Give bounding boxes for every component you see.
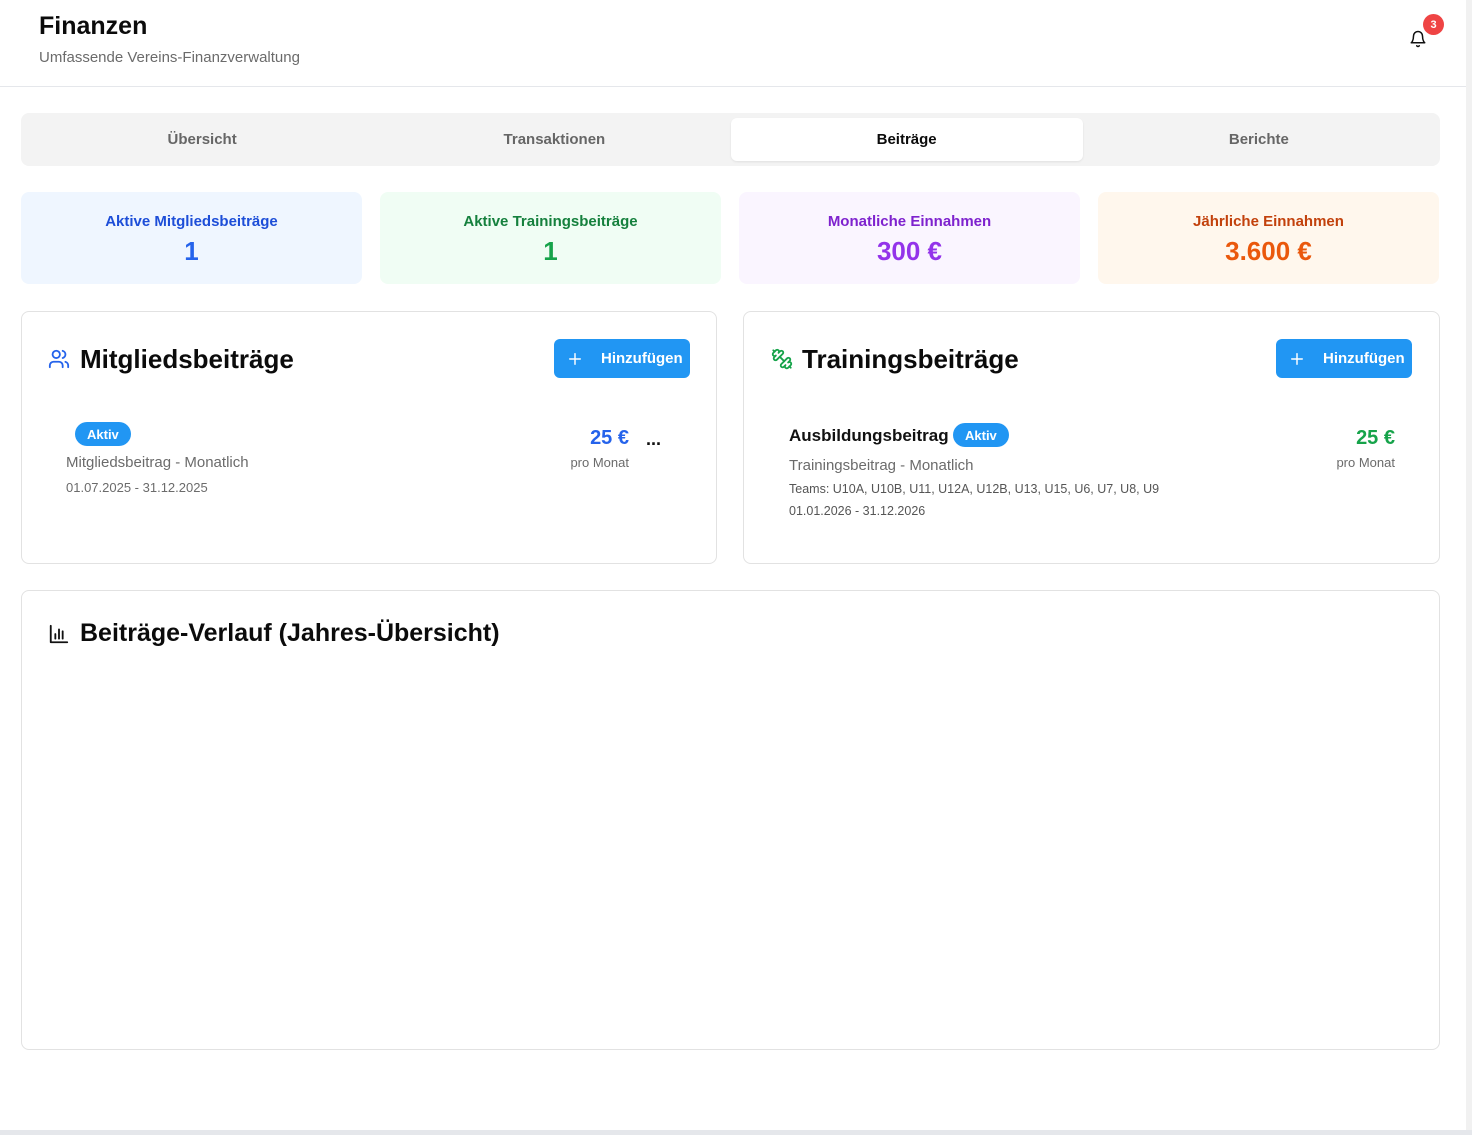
stat-card-monthly-income: Monatliche Einnahmen 300 €: [739, 192, 1080, 284]
add-training-fee-button[interactable]: Hinzufügen: [1276, 339, 1412, 378]
stat-label: Monatliche Einnahmen: [827, 213, 992, 230]
tab-beitraege[interactable]: Beiträge: [730, 118, 1083, 161]
fee-name: Ausbildungsbeitrag: [789, 426, 949, 445]
add-membership-fee-button[interactable]: Hinzufügen: [554, 339, 690, 378]
tab-uebersicht[interactable]: Übersicht: [26, 118, 378, 161]
plus-icon: [569, 352, 581, 365]
plus-icon: [1291, 352, 1303, 365]
status-badge: Aktiv: [953, 423, 1009, 447]
page-header: Finanzen Umfassende Vereins-Finanzverwal…: [0, 0, 1466, 87]
training-card-title: Trainingsbeiträge: [802, 344, 1019, 374]
membership-card-title: Mitgliedsbeiträge: [80, 344, 294, 374]
notification-count-badge: 3: [1423, 14, 1444, 35]
fee-history-card: Beiträge-Verlauf (Jahres-Übersicht): [21, 590, 1440, 1050]
training-fees-card: Trainingsbeiträge Hinzufügen Ausbildungs…: [743, 311, 1440, 564]
stat-card-training: Aktive Trainingsbeiträge 1: [380, 192, 721, 284]
stat-label: Aktive Mitgliedsbeiträge: [105, 213, 278, 230]
fee-period: 01.01.2026 - 31.12.2026: [789, 504, 926, 518]
stat-label: Aktive Trainingsbeiträge: [463, 213, 638, 230]
fee-interval: pro Monat: [1336, 455, 1395, 470]
fee-type: Mitgliedsbeitrag - Monatlich: [66, 454, 249, 471]
fee-amount: 25 €: [1356, 427, 1395, 449]
tab-berichte[interactable]: Berichte: [1083, 118, 1435, 161]
add-button-label: Hinzufügen: [1323, 350, 1405, 367]
stat-value: 1: [543, 236, 558, 266]
scrollbar-track[interactable]: [1466, 0, 1472, 1135]
add-button-label: Hinzufügen: [601, 350, 683, 367]
page-title: Finanzen: [39, 12, 148, 40]
stat-value: 1: [184, 236, 199, 266]
fee-teams: Teams: U10A, U10B, U11, U12A, U12B, U13,…: [789, 482, 1160, 496]
dumbbell-icon: [771, 348, 793, 370]
history-card-title: Beiträge-Verlauf (Jahres-Übersicht): [80, 619, 500, 647]
stat-card-membership: Aktive Mitgliedsbeiträge 1: [21, 192, 362, 284]
bell-icon: [1410, 30, 1426, 48]
stat-card-yearly-income: Jährliche Einnahmen 3.600 €: [1098, 192, 1439, 284]
users-icon: [48, 349, 70, 369]
stat-value: 3.600 €: [1225, 236, 1312, 266]
fee-interval: pro Monat: [570, 455, 629, 470]
bar-chart-icon: [49, 624, 69, 644]
status-badge: Aktiv: [75, 422, 131, 446]
membership-fees-card: Mitgliedsbeiträge Hinzufügen Aktiv Mitgl…: [21, 311, 717, 564]
stat-value: 300 €: [876, 236, 943, 266]
fee-type: Trainingsbeitrag - Monatlich: [789, 457, 974, 474]
tab-bar: Übersicht Transaktionen Beiträge Bericht…: [21, 113, 1440, 166]
more-options-button[interactable]: ...: [646, 429, 661, 450]
fee-amount: 25 €: [590, 427, 629, 449]
history-chart-area: [48, 671, 1414, 1021]
page-subtitle: Umfassende Vereins-Finanzverwaltung: [39, 49, 300, 66]
fee-period: 01.07.2025 - 31.12.2025: [66, 480, 208, 495]
bottom-edge: [0, 1130, 1472, 1135]
tab-transaktionen[interactable]: Transaktionen: [378, 118, 730, 161]
stat-label: Jährliche Einnahmen: [1193, 213, 1344, 230]
